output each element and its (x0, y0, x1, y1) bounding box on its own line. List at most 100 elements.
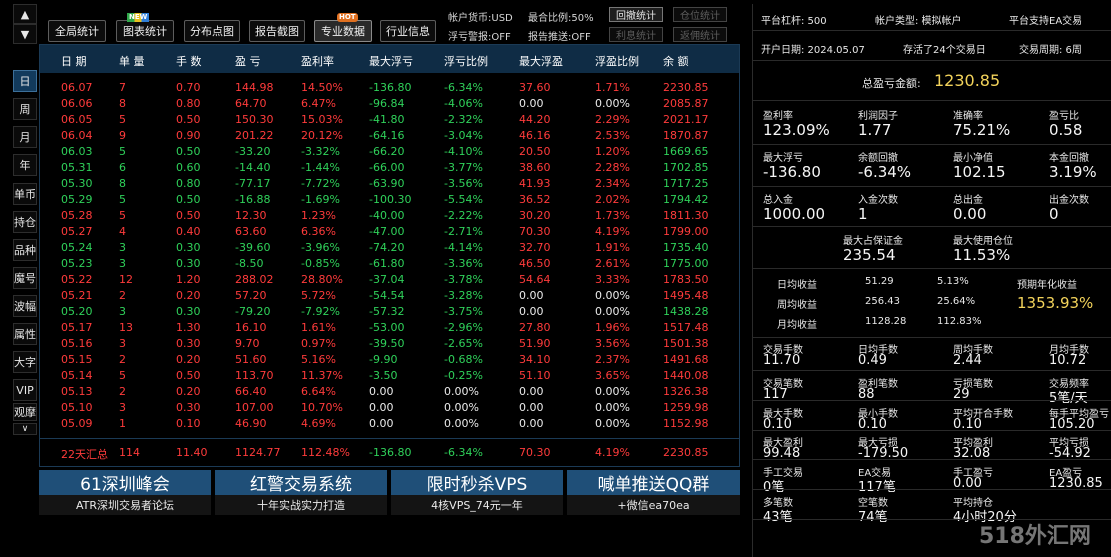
report-screenshot-button[interactable]: 报告截图 (249, 20, 305, 42)
max-margin-value: 235.54 (843, 246, 896, 264)
toggle-position-stats[interactable]: 仓位统计 (673, 7, 727, 22)
table-cell: -3.32% (301, 145, 340, 158)
table-cell: -14.40 (235, 161, 271, 174)
weekly-avg-pct: 25.64% (937, 296, 976, 307)
table-row[interactable]: 05.24 3 0.30 -39.60 -3.96% -74.20 -4.14% 32.70 1… (40, 239, 739, 255)
table-cell: 1669.65 (663, 145, 709, 158)
table-row[interactable]: 06.05 5 0.50 150.30 15.03% -41.80 -2.32% 44.20 2… (40, 111, 739, 127)
nav-month[interactable]: 月 (13, 126, 37, 148)
table-row[interactable]: 05.29 5 0.50 -16.88 -1.69% -100.30 -5.54% 36.52… (40, 191, 739, 207)
global-stats-button[interactable]: 全局统计 (48, 20, 106, 42)
toggle-rebate-stats[interactable]: 返佣统计 (673, 27, 727, 42)
table-cell: 9.70 (235, 337, 260, 350)
table-cell: -3.78% (444, 273, 483, 286)
table-cell: -96.84 (369, 97, 405, 110)
monthly-avg-label: 月均收益 (777, 320, 817, 331)
table-row[interactable]: 05.13 2 0.20 66.40 6.64% 0.00 0.00% 0.00 0.00% 13… (40, 383, 739, 399)
table-cell: 51.10 (519, 369, 551, 382)
nav-day[interactable]: 日 (13, 70, 37, 92)
stat-value: 117笔 (858, 480, 896, 495)
float-alert-setting[interactable]: 浮亏警报:OFF (448, 28, 511, 43)
table-row[interactable]: 05.28 5 0.50 12.30 1.23% -40.00 -2.22% 30.20 1.7… (40, 207, 739, 223)
chart-stats-button[interactable]: 图表统计 NEW (116, 13, 174, 42)
table-cell: 0.97% (301, 337, 336, 350)
table-row[interactable]: 05.23 3 0.30 -8.50 -0.85% -61.80 -3.36% 46.50 2.… (40, 255, 739, 271)
nav-magic[interactable]: 魔号 (13, 267, 37, 289)
table-row[interactable]: 06.06 8 0.80 64.70 6.47% -96.84 -4.06% 0.00 0.00… (40, 95, 739, 111)
table-row[interactable]: 05.27 4 0.40 63.60 6.36% -47.00 -2.71% 70.30 4.1… (40, 223, 739, 239)
table-cell: -2.65% (444, 337, 483, 350)
nav-week[interactable]: 周 (13, 98, 37, 120)
nav-volatility[interactable]: 波幅 (13, 295, 37, 317)
nav-single-currency[interactable]: 单币 (13, 183, 37, 205)
table-cell: 2 (119, 385, 126, 398)
industry-info-button[interactable]: 行业信息 (380, 20, 436, 42)
table-cell: -39.60 (235, 241, 271, 254)
promo-banner-title[interactable]: 喊单推送QQ群 (567, 470, 740, 495)
table-row[interactable]: 05.09 1 0.10 46.90 4.69% 0.00 0.00% 0.00 0.00% 11… (40, 415, 739, 431)
table-cell: 05.24 (61, 241, 93, 254)
table-cell: 4 (119, 225, 126, 238)
report-push-setting[interactable]: 报告推送:OFF (528, 28, 591, 43)
table-row[interactable]: 05.14 5 0.50 113.70 11.37% -3.50 -0.25% 51.10 3.… (40, 367, 739, 383)
table-cell: 7 (119, 81, 126, 94)
toggle-drawdown-stats[interactable]: 回撤统计 (609, 7, 663, 22)
table-cell: 6.47% (301, 97, 336, 110)
nav-year[interactable]: 年 (13, 154, 37, 176)
table-cell: 06.04 (61, 129, 93, 142)
table-row[interactable]: 05.31 6 0.60 -14.40 -1.44% -66.00 -3.77% 38.60 2… (40, 159, 739, 175)
table-row[interactable]: 05.30 8 0.80 -77.17 -7.72% -63.90 -3.56% 41.93 2… (40, 175, 739, 191)
table-row[interactable]: 05.16 3 0.30 9.70 0.97% -39.50 -2.65% 51.90 3.56… (40, 335, 739, 351)
nav-observe[interactable]: 观摩 (13, 403, 37, 421)
table-row[interactable]: 05.21 2 0.20 57.20 5.72% -54.54 -3.28% 0.00 0.00… (40, 287, 739, 303)
table-cell: 06.03 (61, 145, 93, 158)
table-row[interactable]: 06.07 7 0.70 144.98 14.50% -136.80 -6.34% 37.60… (40, 79, 739, 95)
table-row[interactable]: 05.20 3 0.30 -79.20 -7.92% -57.32 -3.75% 0.00 0.… (40, 303, 739, 319)
nav-attribute[interactable]: 属性 (13, 323, 37, 345)
promo-banner-subtitle[interactable]: +微信ea70ea (567, 495, 740, 515)
table-header: 日 期 单 量 手 数 盈 亏 盈利率 最大浮亏 浮亏比例 最大浮盈 浮盈比例 余 额 (40, 45, 739, 73)
table-row[interactable]: 06.03 5 0.50 -33.20 -3.32% -66.20 -4.10% 20.50 1… (40, 143, 739, 159)
nav-symbol[interactable]: 品种 (13, 239, 37, 261)
table-cell: 1501.38 (663, 337, 709, 350)
table-cell: 06.05 (61, 113, 93, 126)
table-row[interactable]: 06.04 9 0.90 201.22 20.12% -64.16 -3.04% 46.16 2… (40, 127, 739, 143)
promo-banner-title[interactable]: 61深圳峰会 (39, 470, 211, 495)
stat-label: 准确率 (953, 111, 983, 122)
toggle-interest-stats[interactable]: 利息统计 (609, 27, 663, 42)
pro-data-button[interactable]: 专业数据 HOT (314, 13, 372, 42)
table-cell: 1326.38 (663, 385, 709, 398)
total-pnl-value: 1230.85 (934, 71, 1001, 90)
stat-value: 0 (1049, 205, 1059, 223)
table-row[interactable]: 05.15 2 0.20 51.60 5.16% -9.90 -0.68% 34.10 2.37… (40, 351, 739, 367)
app-root: ▲ ▼ 日周月年单币 持仓 品种 魔号 波幅 属性 大字 VIP 观摩 ∨ 全局统计 图表统计 NEW… (0, 0, 1111, 557)
table-cell: 0.30 (176, 257, 201, 270)
table-row[interactable]: 05.10 3 0.30 107.00 10.70% 0.00 0.00% 0.00 0.00%… (40, 399, 739, 415)
survive-days: 存活了24个交易日 (903, 45, 986, 56)
table-row[interactable]: 05.17 13 1.30 16.10 1.61% -53.00 -2.96% 27.80 1.… (40, 319, 739, 335)
table-cell: 36.52 (519, 193, 551, 206)
table-row[interactable]: 05.22 12 1.20 288.02 28.80% -37.04 -3.78% 54.64… (40, 271, 739, 287)
nav-expand[interactable]: ∨ (13, 423, 37, 435)
table-cell: 3.56% (595, 337, 630, 350)
table-cell: 05.14 (61, 369, 93, 382)
column-header: 日 期 (61, 55, 87, 68)
distribution-chart-button[interactable]: 分布点图 (184, 20, 240, 42)
promo-banner-subtitle[interactable]: 4核VPS_74元一年 (391, 495, 563, 515)
promo-banner-subtitle[interactable]: 十年实战实力打造 (215, 495, 387, 515)
table-cell: 0.50 (176, 145, 201, 158)
table-cell: -8.50 (235, 257, 264, 270)
table-cell: -47.00 (369, 225, 405, 238)
table-cell: -3.28% (444, 289, 483, 302)
table-cell: 20.12% (301, 129, 343, 142)
table-cell: 0.00 (519, 385, 544, 398)
summary-cell: 11.40 (176, 446, 208, 459)
platform-leverage: 平台杠杆: 500 (761, 16, 827, 27)
promo-banner-title[interactable]: 限时秒杀VPS (391, 470, 563, 495)
nav-large-font[interactable]: 大字 (13, 351, 37, 373)
promo-banner-title[interactable]: 红警交易系统 (215, 470, 387, 495)
promo-banner-subtitle[interactable]: ATR深圳交易者论坛 (39, 495, 211, 515)
nav-vip[interactable]: VIP (13, 379, 37, 401)
table-cell: -3.96% (301, 241, 340, 254)
nav-holding[interactable]: 持仓 (13, 211, 37, 233)
